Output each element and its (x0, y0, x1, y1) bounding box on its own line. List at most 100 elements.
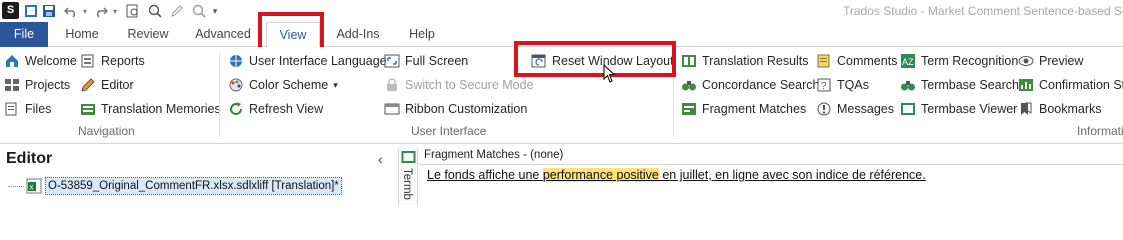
translation-results-label: Translation Results (702, 54, 809, 68)
fragment-matches-button[interactable]: Fragment Matches (681, 98, 806, 120)
group-separator (673, 53, 674, 137)
undo-dropdown-icon[interactable]: ▾ (80, 2, 90, 20)
fragment-matches-label: Fragment Matches (702, 102, 807, 116)
search-icon[interactable] (146, 2, 164, 20)
ribbon-customization-label: Ribbon Customization (405, 102, 528, 116)
reports-icon (80, 53, 96, 69)
preview-button[interactable]: Preview (1018, 50, 1083, 72)
color-scheme-label: Color Scheme (249, 78, 329, 92)
full-screen-button[interactable]: Full Screen (384, 50, 468, 72)
termbase-search-button[interactable]: Termbase Search (900, 74, 1019, 96)
tqas-button[interactable]: ? TQAs (816, 74, 869, 96)
full-screen-label: Full Screen (405, 54, 469, 68)
tab-advanced[interactable]: Advanced (190, 22, 256, 47)
bookmarks-button[interactable]: Bookmarks (1018, 98, 1102, 120)
ribbon-customization-button[interactable]: Ribbon Customization (384, 98, 527, 120)
preview-label: Preview (1039, 54, 1084, 68)
save-icon[interactable] (40, 2, 58, 20)
termbase-search-label: Termbase Search (921, 78, 1019, 92)
fragment-matches-panel-header: Fragment Matches - (none) (419, 147, 1123, 165)
refresh-view-button[interactable]: Refresh View (228, 98, 323, 120)
bookmarks-label: Bookmarks (1039, 102, 1102, 116)
find-icon[interactable] (190, 2, 208, 20)
sentence-after-text: en juillet, en ligne avec son indice de … (658, 168, 926, 182)
projects-button[interactable]: Projects (4, 74, 70, 96)
secure-mode-button[interactable]: Switch to Secure Mode (384, 74, 534, 96)
globe-icon (228, 53, 244, 69)
termbase-side-tab[interactable]: Termb (398, 148, 418, 205)
projects-icon (4, 77, 20, 93)
palette-icon (228, 77, 244, 93)
tree-connector (8, 185, 24, 187)
tab-view[interactable]: View (266, 22, 320, 48)
termbase-viewer-label: Termbase Viewer (921, 102, 1018, 116)
translation-results-icon (681, 53, 697, 69)
term-recognition-label: Term Recognition (921, 54, 1019, 68)
editor-label: Editor (101, 78, 134, 92)
ui-language-button[interactable]: User Interface Language (228, 50, 387, 72)
file-tree-item[interactable]: x O-53859_Original_CommentFR.xlsx.sdlxli… (8, 177, 342, 195)
reports-button[interactable]: Reports (80, 50, 145, 72)
reports-label: Reports (101, 54, 145, 68)
tab-add-ins[interactable]: Add-Ins (330, 22, 386, 47)
tab-review[interactable]: Review (120, 22, 176, 47)
messages-button[interactable]: Messages (816, 98, 894, 120)
navigation-group-label: Navigation (78, 124, 135, 138)
files-button[interactable]: Files (4, 98, 51, 120)
undo-icon[interactable] (62, 2, 80, 20)
messages-icon (816, 101, 832, 117)
eye-icon (1018, 53, 1034, 69)
svg-text:AZ: AZ (902, 57, 914, 67)
pencil-icon (80, 77, 96, 93)
color-scheme-button[interactable]: Color Scheme ▾ (228, 74, 338, 96)
information-group-label: Informati (1077, 124, 1123, 138)
title-bar: S ▾ ▾ ▾ Trados Studio - Market Comment S… (0, 0, 1123, 22)
color-scheme-dropdown-icon: ▾ (333, 79, 338, 90)
refresh-icon (228, 101, 244, 117)
welcome-label: Welcome (25, 54, 77, 68)
ui-language-label: User Interface Language (249, 54, 387, 68)
ribbon-customization-icon (384, 101, 400, 117)
svg-text:?: ? (821, 81, 827, 92)
tab-home[interactable]: Home (56, 22, 108, 47)
comments-button[interactable]: Comments (816, 50, 897, 72)
translation-results-button[interactable]: Translation Results (681, 50, 809, 72)
edit-icon[interactable] (168, 2, 186, 20)
confirmation-statistics-label: Confirmation Sta (1039, 78, 1123, 92)
mouse-cursor-icon (603, 63, 616, 84)
concordance-search-button[interactable]: Concordance Search (681, 74, 819, 96)
redo-dropdown-icon[interactable]: ▾ (110, 2, 120, 20)
window-title: Trados Studio - Market Comment Sentence-… (843, 4, 1123, 18)
highlighted-term[interactable]: performance positive (542, 168, 659, 182)
termbase-viewer-button[interactable]: Termbase Viewer (900, 98, 1017, 120)
tab-help[interactable]: Help (398, 22, 446, 47)
comments-label: Comments (837, 54, 898, 68)
collapse-panel-icon[interactable]: ‹ (378, 151, 383, 167)
ribbon-tabs: File Home Review Advanced View Add-Ins H… (0, 22, 1123, 48)
full-screen-icon (384, 53, 400, 69)
tqas-label: TQAs (837, 78, 869, 92)
statistics-icon (1018, 77, 1034, 93)
translation-memories-icon (80, 101, 96, 117)
fragment-matches-icon (681, 101, 697, 117)
binoculars-icon (681, 77, 697, 93)
term-recognition-button[interactable]: AZ Term Recognition (900, 50, 1018, 72)
home-icon (4, 53, 20, 69)
welcome-button[interactable]: Welcome (4, 50, 77, 72)
translation-memories-label: Translation Memories (101, 102, 221, 116)
sentence-before-text: Le fonds affiche une (427, 168, 543, 182)
file-tree-item-label: O-53859_Original_CommentFR.xlsx.sdlxliff… (45, 177, 342, 195)
preview-icon[interactable] (124, 2, 142, 20)
confirmation-statistics-button[interactable]: Confirmation Sta (1018, 74, 1123, 96)
files-label: Files (25, 102, 52, 116)
customize-icon[interactable]: ▾ (210, 2, 220, 20)
excel-file-icon: x (26, 178, 42, 194)
user-interface-group-label: User Interface (411, 124, 487, 138)
translation-memories-button[interactable]: Translation Memories (80, 98, 221, 120)
new-icon[interactable] (22, 2, 40, 20)
concordance-search-label: Concordance Search (702, 78, 820, 92)
editor-button[interactable]: Editor (80, 74, 134, 96)
lock-icon (384, 77, 400, 93)
tab-file[interactable]: File (0, 22, 48, 47)
redo-icon[interactable] (92, 2, 110, 20)
